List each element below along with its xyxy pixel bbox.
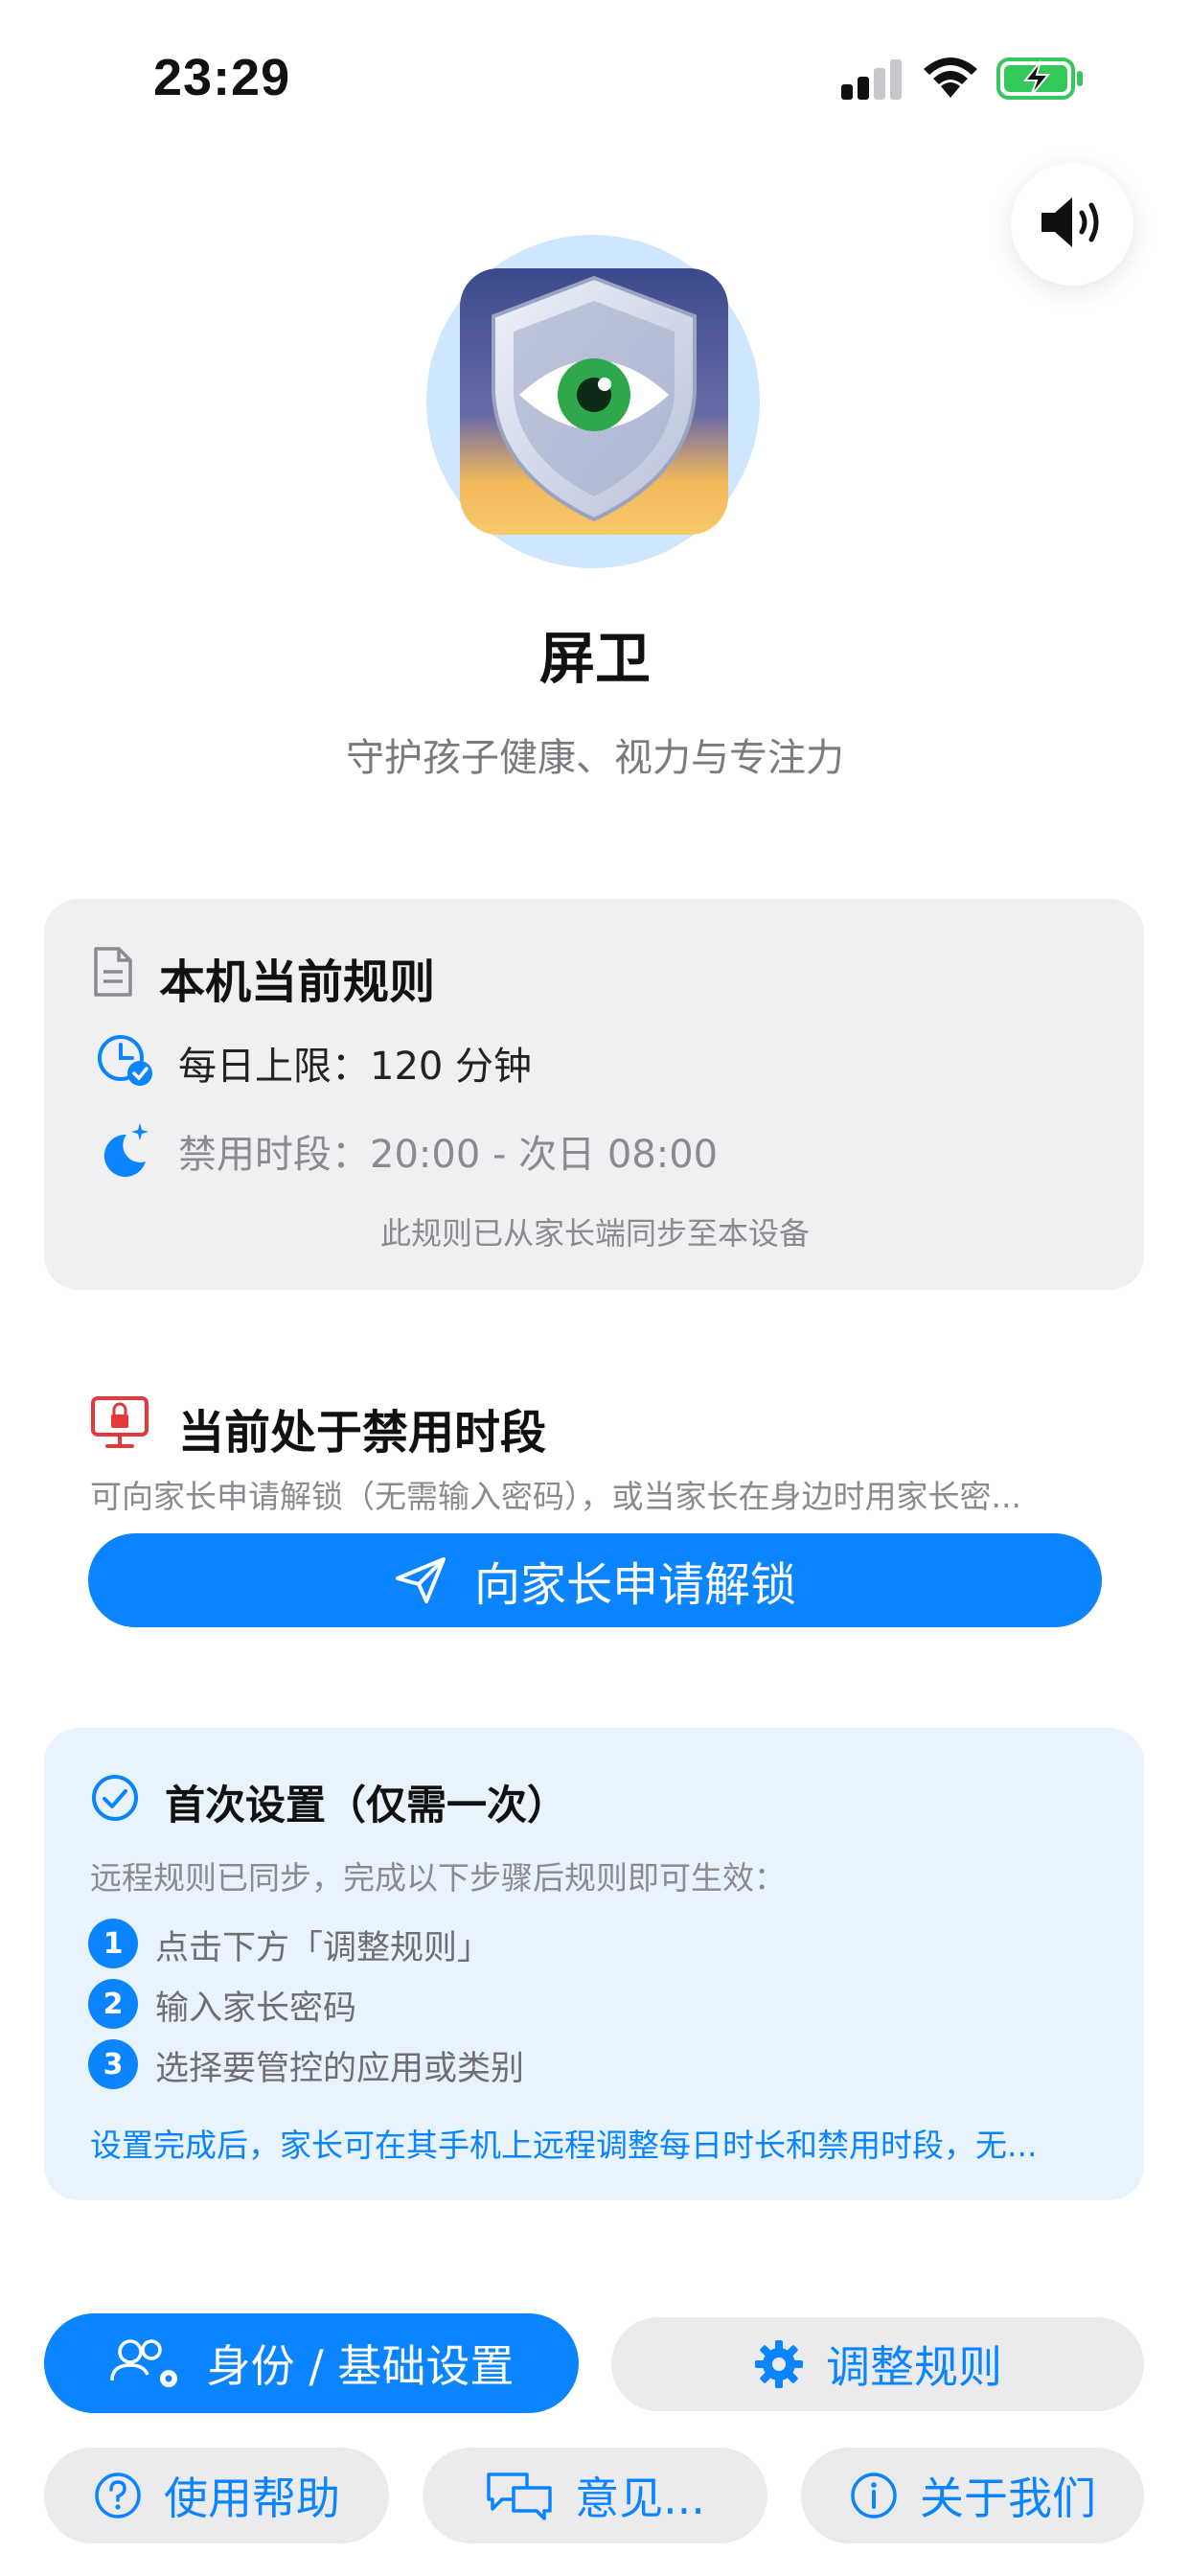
send-icon xyxy=(394,1555,447,1605)
rules-card-title: 本机当前规则 xyxy=(159,955,436,1009)
users-settings-icon xyxy=(109,2336,186,2390)
request-unlock-label: 向家长申请解锁 xyxy=(473,1558,796,1612)
app-subtitle: 守护孩子健康、视力与专注力 xyxy=(346,736,844,780)
sync-note: 此规则已从家长端同步至本设备 xyxy=(379,1215,810,1252)
step-text: 点击下方「调整规则」 xyxy=(155,1929,492,1967)
status-time: 23:29 xyxy=(153,49,291,106)
battery-charging-icon xyxy=(996,58,1085,104)
cellular-signal-icon xyxy=(841,59,904,105)
app-logo xyxy=(460,268,728,539)
sound-toggle-button[interactable] xyxy=(1011,163,1133,286)
step-text: 输入家长密码 xyxy=(155,1990,357,2028)
chat-bubbles-icon xyxy=(485,2469,554,2522)
setup-card-description: 远程规则已同步，完成以下步骤后规则即可生效： xyxy=(90,1859,786,1897)
speaker-icon xyxy=(1036,192,1109,257)
lock-section-title: 当前处于禁用时段 xyxy=(178,1406,547,1460)
app-title: 屏卫 xyxy=(538,626,651,691)
info-circle-icon xyxy=(849,2471,899,2520)
step-number: 2 xyxy=(88,1979,138,2029)
adjust-rules-label: 调整规则 xyxy=(826,2341,1002,2393)
feedback-label: 意见... xyxy=(575,2472,705,2524)
about-label: 关于我们 xyxy=(920,2472,1096,2524)
setup-card-title: 首次设置（仅需一次） xyxy=(165,1782,568,1828)
lock-section-description: 可向家长申请解锁（无需输入密码），或当家长在身边时用家长密... xyxy=(90,1478,1021,1515)
identity-settings-label: 身份 / 基础设置 xyxy=(206,2340,515,2392)
feedback-button[interactable]: 意见... xyxy=(423,2448,767,2543)
help-label: 使用帮助 xyxy=(164,2472,340,2524)
adjust-rules-button[interactable]: 调整规则 xyxy=(611,2317,1144,2411)
wifi-icon xyxy=(922,56,979,104)
step-number: 1 xyxy=(88,1919,138,1968)
gear-icon xyxy=(753,2338,805,2390)
document-icon xyxy=(92,945,134,1002)
about-button[interactable]: 关于我们 xyxy=(801,2448,1144,2543)
blocked-period-text: 禁用时段：20:00 - 次日 08:00 xyxy=(178,1133,719,1177)
step-number: 3 xyxy=(88,2039,138,2089)
clock-check-icon xyxy=(96,1033,155,1091)
moon-stars-icon xyxy=(98,1121,153,1181)
step-text: 选择要管控的应用或类别 xyxy=(155,2050,525,2088)
request-unlock-button[interactable]: 向家长申请解锁 xyxy=(88,1533,1102,1627)
identity-settings-button[interactable]: 身份 / 基础设置 xyxy=(44,2313,579,2413)
setup-note: 设置完成后，家长可在其手机上远程调整每日时长和禁用时段，无... xyxy=(90,2127,1038,2164)
daily-limit-text: 每日上限：120 分钟 xyxy=(178,1045,533,1089)
locked-screen-icon xyxy=(90,1395,149,1453)
question-circle-icon xyxy=(93,2471,143,2520)
help-button[interactable]: 使用帮助 xyxy=(44,2448,389,2543)
check-circle-icon xyxy=(90,1773,140,1827)
